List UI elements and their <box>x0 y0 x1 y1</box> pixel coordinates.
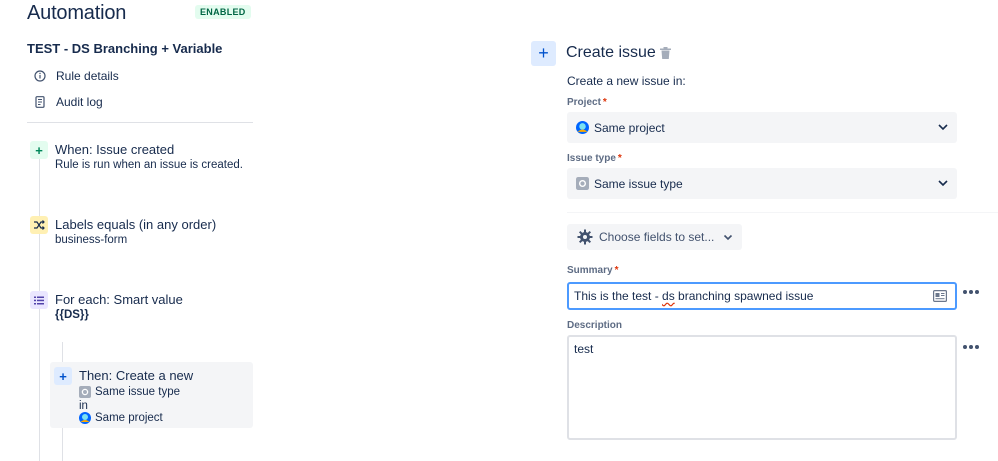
panel-title: Create issue <box>566 44 656 61</box>
trash-icon[interactable] <box>660 47 671 59</box>
project-value: Same project <box>594 120 665 135</box>
action-issue-type: Same issue type <box>79 386 180 398</box>
issue-type-label: Issue type * <box>567 153 622 164</box>
plus-icon: + <box>30 141 48 159</box>
status-badge: ENABLED <box>195 5 251 19</box>
nav-label: Audit log <box>56 95 103 109</box>
project-label: Project * <box>567 97 607 108</box>
required-marker: * <box>602 97 607 108</box>
required-marker: * <box>614 265 619 276</box>
project-avatar-icon <box>576 121 589 134</box>
step-title: When: Issue created <box>55 142 175 157</box>
step-subtitle: business-form <box>55 234 128 246</box>
panel-intro: Create a new issue in: <box>567 74 686 88</box>
nav-rule-details[interactable]: Rule details <box>33 69 119 83</box>
gear-icon <box>577 229 593 245</box>
action-in: in <box>79 400 88 412</box>
issue-type-value: Same issue type <box>594 176 683 191</box>
project-select[interactable]: Same project <box>567 112 957 143</box>
chevron-down-icon <box>938 180 948 187</box>
nav-label: Rule details <box>56 69 119 83</box>
description-more-icon[interactable] <box>963 344 979 350</box>
create-issue-icon: + <box>531 41 556 66</box>
chevron-down-icon <box>724 234 733 241</box>
list-icon <box>30 291 48 309</box>
action-line: Same issue type <box>95 386 181 398</box>
issue-type-icon <box>79 386 91 398</box>
choose-fields-label: Choose fields to set... <box>599 230 715 244</box>
page-header: Automation <box>27 2 126 25</box>
step-title: For each: Smart value <box>55 292 183 307</box>
info-icon <box>33 69 47 83</box>
action-title: Then: Create a new <box>79 368 194 383</box>
step-subtitle: Rule is run when an issue is created. <box>55 159 243 171</box>
smart-value-icon[interactable] <box>933 290 947 302</box>
plus-icon: + <box>54 367 72 385</box>
description-label: Description <box>567 320 623 331</box>
misspelled-word: ds <box>662 289 675 303</box>
action-line: Same project <box>95 412 163 424</box>
shuffle-icon <box>30 216 48 234</box>
step-title: Labels equals (in any order) <box>55 217 217 232</box>
step-subtitle: {{DS}} <box>55 309 89 321</box>
issue-type-select[interactable]: Same issue type <box>567 168 957 199</box>
description-textarea[interactable]: test <box>567 335 957 440</box>
rule-name: TEST - DS Branching + Variable <box>27 41 223 56</box>
page-title: Automation <box>27 2 127 24</box>
nav-audit-log[interactable]: Audit log <box>33 95 103 109</box>
section-divider <box>567 212 998 213</box>
project-avatar-icon <box>79 412 91 424</box>
document-icon <box>33 95 47 109</box>
summary-more-icon[interactable] <box>963 289 979 295</box>
action-project: Same project <box>79 412 163 424</box>
step-action-card[interactable]: + Then: Create a new Same issue type in … <box>50 362 253 428</box>
summary-input[interactable]: This is the test - ds branching spawned … <box>567 282 957 310</box>
summary-label: Summary * <box>567 265 619 276</box>
summary-value: This is the test - ds branching spawned … <box>574 289 814 303</box>
chevron-down-icon <box>938 124 948 131</box>
issue-type-icon <box>576 177 589 190</box>
choose-fields-button[interactable]: Choose fields to set... <box>567 224 742 250</box>
required-marker: * <box>617 153 622 164</box>
divider <box>27 122 253 123</box>
